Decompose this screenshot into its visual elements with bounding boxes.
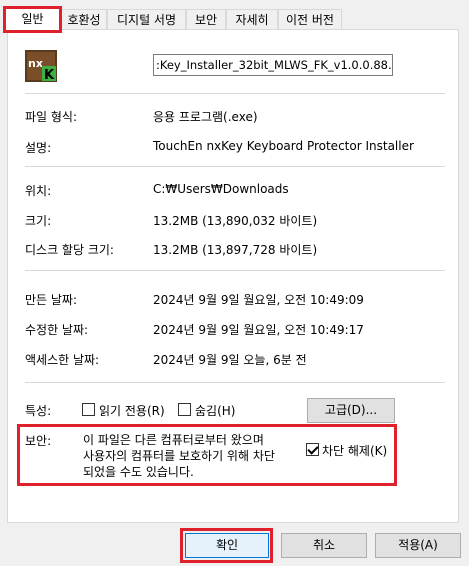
created-label: 만든 날짜: [25, 293, 78, 307]
file-type-value: 응용 프로그램(.exe) [153, 110, 258, 124]
tab-general-label: 일반 [21, 12, 44, 26]
advanced-button[interactable]: 고급(D)... [307, 398, 395, 423]
tab-compatibility[interactable]: 호환성 [61, 9, 107, 29]
location-value: C:₩Users₩Downloads [153, 182, 289, 196]
ok-button[interactable]: 확인 [185, 533, 269, 558]
size-label: 크기: [25, 214, 52, 228]
security-line-2: 사용자의 컴퓨터를 보호하기 위해 차단 [83, 449, 275, 463]
tab-digital-signature[interactable]: 디지털 서명 [107, 9, 186, 29]
security-line-1: 이 파일은 다른 컴퓨터로부터 왔으며 [83, 433, 264, 447]
tab-previous-versions-label: 이전 버전 [286, 13, 334, 27]
svg-text:K: K [44, 68, 55, 82]
description-value: TouchEn nxKey Keyboard Protector Install… [153, 139, 414, 153]
filename-text: :Key_Installer_32bit_MLWS_FK_v1.0.0.88.e… [156, 58, 393, 72]
separator [25, 166, 445, 167]
location-label: 위치: [25, 184, 52, 198]
attributes-label: 특성: [25, 404, 52, 418]
modified-label: 수정한 날짜: [25, 323, 89, 337]
separator [25, 93, 445, 94]
tab-compatibility-label: 호환성 [67, 13, 101, 27]
unblock-checkbox[interactable] [306, 443, 319, 456]
tab-strip: 일반 호환성 디지털 서명 보안 자세히 이전 버전 [2, 8, 467, 31]
description-label: 설명: [25, 141, 52, 155]
created-value: 2024년 9월 9일 월요일, 오전 10:49:09 [153, 293, 364, 307]
tab-previous-versions[interactable]: 이전 버전 [278, 9, 342, 29]
tab-security-label: 보안 [194, 13, 218, 27]
filename-input[interactable]: :Key_Installer_32bit_MLWS_FK_v1.0.0.88.e… [153, 54, 393, 76]
readonly-label: 읽기 전용(R) [99, 404, 165, 418]
size-value: 13.2MB (13,890,032 바이트) [153, 214, 318, 228]
disk-size-value: 13.2MB (13,897,728 바이트) [153, 243, 318, 257]
svg-text:nx: nx [28, 57, 43, 70]
accessed-label: 액세스한 날짜: [25, 353, 100, 367]
security-line-3: 되었을 수도 있습니다. [83, 465, 194, 479]
security-label: 보안: [25, 434, 52, 448]
tab-details-label: 자세히 [235, 13, 269, 27]
disk-size-label: 디스크 할당 크기: [25, 243, 114, 257]
modified-value: 2024년 9월 9일 월요일, 오전 10:49:17 [153, 323, 364, 337]
tab-details[interactable]: 자세히 [226, 9, 278, 29]
cancel-button[interactable]: 취소 [281, 533, 367, 558]
unblock-label: 차단 해제(K) [322, 444, 388, 458]
hidden-checkbox[interactable] [178, 403, 191, 416]
tab-digital-signature-label: 디지털 서명 [116, 13, 176, 27]
security-message: 이 파일은 다른 컴퓨터로부터 왔으며 사용자의 컴퓨터를 보호하기 위해 차단… [83, 432, 303, 480]
separator [25, 270, 445, 271]
hidden-label: 숨김(H) [195, 404, 236, 418]
accessed-value: 2024년 9월 9일 오늘, 6분 전 [153, 353, 307, 367]
tab-security[interactable]: 보안 [186, 9, 226, 29]
general-panel: nx K :Key_Installer_32bit_MLWS_FK_v1.0.0… [7, 29, 459, 523]
tab-general[interactable]: 일반 [4, 8, 61, 31]
file-type-label: 파일 형식: [25, 110, 78, 124]
readonly-checkbox[interactable] [82, 403, 95, 416]
separator [25, 382, 445, 383]
app-icon: nx K [25, 50, 57, 83]
apply-button[interactable]: 적용(A) [375, 533, 461, 558]
